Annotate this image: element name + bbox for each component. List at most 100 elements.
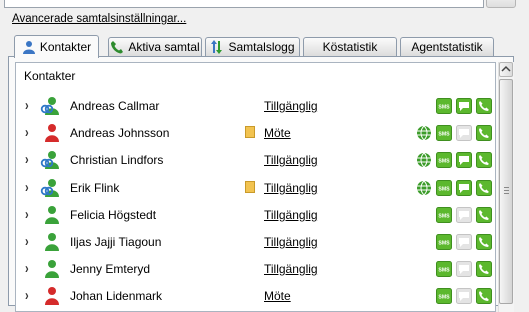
chat-disabled-icon — [456, 261, 472, 277]
chat-disabled-icon — [456, 288, 472, 304]
contact-status-link[interactable]: Möte — [264, 126, 291, 140]
svg-text:SMS: SMS — [438, 159, 450, 165]
web-icon[interactable] — [416, 125, 432, 141]
linked-contact-presence-icon — [40, 178, 60, 198]
web-icon[interactable] — [416, 152, 432, 168]
contact-row[interactable]: › Christian Lindfors Tillgänglig SMS — [16, 148, 494, 174]
tab-active-calls[interactable]: Aktiva samtal — [108, 37, 202, 56]
expand-chevron-icon[interactable]: › — [25, 98, 29, 114]
contacts-panel: Kontakter › Andreas Callmar Tillgänglig SMS… — [8, 56, 514, 312]
tab-label: Samtalslogg — [228, 40, 295, 54]
contact-name: Jenny Emteryd — [70, 262, 151, 276]
advanced-call-settings-link[interactable]: Avancerade samtalsinställningar... — [12, 13, 186, 25]
expand-chevron-icon[interactable]: › — [25, 152, 29, 168]
call-icon[interactable] — [476, 152, 492, 168]
contact-name: Christian Lindfors — [70, 153, 164, 167]
contact-status-link[interactable]: Tillgänglig — [264, 181, 318, 195]
contact-presence-icon — [40, 205, 60, 225]
chat-disabled-icon — [456, 234, 472, 250]
call-icon[interactable] — [476, 180, 492, 196]
sms-icon[interactable]: SMS — [436, 288, 452, 304]
sms-icon[interactable]: SMS — [436, 152, 452, 168]
person-icon — [22, 41, 35, 54]
contact-row[interactable]: › Andreas Callmar Tillgänglig SMS — [16, 94, 494, 120]
contact-status-link[interactable]: Tillgänglig — [264, 235, 318, 249]
sms-icon[interactable]: SMS — [436, 180, 452, 196]
contact-name: Erik Flink — [70, 181, 120, 195]
call-icon[interactable] — [476, 261, 492, 277]
contact-status-link[interactable]: Tillgänglig — [264, 153, 318, 167]
svg-text:SMS: SMS — [438, 187, 450, 193]
contact-list: Kontakter › Andreas Callmar Tillgänglig SMS… — [15, 62, 496, 312]
contact-row[interactable]: › Jenny Emteryd Tillgänglig SMS — [16, 257, 494, 283]
contact-status-link[interactable]: Tillgänglig — [264, 208, 318, 222]
chat-icon[interactable] — [456, 180, 472, 196]
note-icon[interactable] — [245, 126, 255, 138]
tab-label: Kontakter — [39, 40, 92, 54]
call-icon[interactable] — [476, 125, 492, 141]
chat-disabled-icon — [456, 207, 472, 223]
contact-row[interactable]: › Felicia Högstedt Tillgänglig SMS — [16, 203, 494, 229]
contact-row[interactable]: › Erik Flink Tillgänglig SMS — [16, 176, 494, 202]
svg-text:SMS: SMS — [438, 268, 450, 274]
tab-contacts[interactable]: Kontakter — [14, 35, 99, 58]
tab-label: Köstatistik — [322, 40, 378, 54]
tab-label: Aktiva samtal — [128, 40, 200, 54]
contact-name: Andreas Callmar — [70, 99, 160, 113]
expand-chevron-icon[interactable]: › — [25, 288, 29, 304]
call-icon[interactable] — [476, 234, 492, 250]
list-title: Kontakter — [24, 69, 76, 83]
contact-name: Felicia Högstedt — [70, 208, 157, 222]
contact-presence-icon — [40, 123, 60, 143]
grip-icon — [504, 187, 509, 194]
chevron-up-icon — [501, 65, 511, 72]
scroll-thumb[interactable] — [499, 79, 513, 304]
sms-icon[interactable]: SMS — [436, 261, 452, 277]
vertical-scrollbar[interactable] — [498, 62, 514, 312]
svg-text:SMS: SMS — [438, 214, 450, 220]
tab-queue-statistics[interactable]: Köstatistik — [303, 37, 397, 56]
svg-text:SMS: SMS — [438, 105, 450, 111]
sms-icon[interactable]: SMS — [436, 207, 452, 223]
contact-presence-icon — [40, 259, 60, 279]
contact-status-link[interactable]: Tillgänglig — [264, 99, 318, 113]
svg-text:SMS: SMS — [438, 295, 450, 301]
call-icon[interactable] — [476, 98, 492, 114]
sms-icon[interactable]: SMS — [436, 125, 452, 141]
note-icon[interactable] — [245, 181, 255, 193]
expand-chevron-icon[interactable]: › — [25, 125, 29, 141]
contact-presence-icon — [40, 232, 60, 252]
sms-icon[interactable]: SMS — [436, 234, 452, 250]
web-icon[interactable] — [416, 180, 432, 196]
expand-chevron-icon[interactable]: › — [25, 234, 29, 250]
linked-contact-presence-icon — [40, 150, 60, 170]
linked-contact-presence-icon — [40, 96, 60, 116]
tab-call-log[interactable]: Samtalslogg — [205, 37, 300, 56]
call-icon[interactable] — [476, 207, 492, 223]
contact-row[interactable]: › Andreas Johnsson Möte SMS — [16, 121, 494, 147]
svg-text:SMS: SMS — [438, 132, 450, 138]
contact-status-link[interactable]: Tillgänglig — [264, 262, 318, 276]
contact-row[interactable]: › Johan Lidenmark Möte SMS — [16, 284, 494, 310]
sms-icon[interactable]: SMS — [436, 98, 452, 114]
expand-chevron-icon[interactable]: › — [25, 180, 29, 196]
expand-chevron-icon[interactable]: › — [25, 261, 29, 277]
contact-status-link[interactable]: Möte — [264, 289, 291, 303]
tab-label: Agentstatistik — [411, 40, 483, 54]
contact-row[interactable]: › Iljas Jajji Tiagoun Tillgänglig SMS — [16, 230, 494, 256]
top-button[interactable] — [486, 0, 516, 8]
expand-chevron-icon[interactable]: › — [25, 207, 29, 223]
scroll-up-button[interactable] — [499, 62, 513, 77]
top-input-field[interactable] — [4, 0, 484, 8]
contact-name: Andreas Johnsson — [70, 126, 170, 140]
contact-name: Johan Lidenmark — [70, 289, 163, 303]
phone-icon — [111, 41, 124, 54]
chat-icon[interactable] — [456, 152, 472, 168]
tab-agent-statistics[interactable]: Agentstatistik — [400, 37, 494, 56]
contact-presence-icon — [40, 286, 60, 306]
chat-icon[interactable] — [456, 98, 472, 114]
contact-name: Iljas Jajji Tiagoun — [70, 235, 162, 249]
svg-text:SMS: SMS — [438, 241, 450, 247]
chat-disabled-icon — [456, 125, 472, 141]
call-icon[interactable] — [476, 288, 492, 304]
